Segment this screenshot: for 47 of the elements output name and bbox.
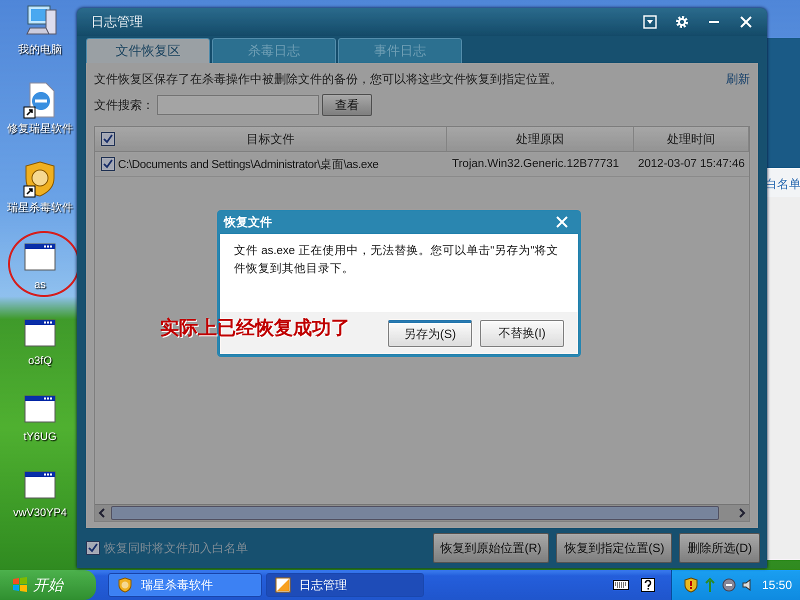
shield-icon[interactable] bbox=[684, 577, 698, 593]
dialog-button[interactable]: 不替换(I) bbox=[480, 320, 564, 346]
whitelist-label: 恢复同时将文件加入白名单 bbox=[104, 540, 248, 556]
horizontal-scrollbar[interactable] bbox=[95, 504, 749, 521]
action-button[interactable]: 删除所选(D) bbox=[679, 533, 760, 563]
settings-icon[interactable] bbox=[675, 15, 689, 29]
tab[interactable]: 文件恢复区 bbox=[86, 38, 210, 63]
row-checkbox[interactable] bbox=[101, 157, 115, 171]
start-button[interactable]: 开始 bbox=[0, 570, 96, 600]
dialog-message: 文件 as.exe 正在使用中，无法替换。您可以单击"另存为"将文件恢复到其他目录下。 bbox=[234, 244, 560, 277]
table-cell-text: C:\Documents and Settings\Administrator\桌面\as.exe bbox=[118, 158, 378, 172]
icon-label[interactable]: o3fQ bbox=[28, 355, 52, 367]
icon-label[interactable]: 瑞星杀毒软件 bbox=[7, 200, 73, 215]
refresh-link[interactable]: 刷新 bbox=[726, 71, 750, 88]
taskbar-button[interactable]: 日志管理 bbox=[266, 573, 424, 597]
column-header[interactable]: 处理时间 bbox=[634, 127, 749, 151]
table-cell: 2012-03-07 15:47:46 bbox=[638, 158, 745, 170]
description-text: 文件恢复区保存了在杀毒操作中被删除文件的备份，您可以将这些文件恢复到指定位置。 bbox=[94, 71, 562, 88]
action-button[interactable]: 恢复到原始位置(R) bbox=[432, 533, 550, 563]
help-icon[interactable] bbox=[640, 578, 655, 592]
clock: 15:50 bbox=[762, 578, 792, 592]
log-app-icon bbox=[275, 577, 291, 593]
column-header[interactable]: 处理原因 bbox=[447, 127, 634, 151]
select-all-checkbox[interactable] bbox=[101, 132, 115, 146]
search-label: 文件搜索： bbox=[94, 96, 154, 114]
icon-label[interactable]: as bbox=[34, 279, 46, 291]
keyboard-icon[interactable] bbox=[612, 579, 629, 591]
icon-label[interactable]: vwV30YP4 bbox=[13, 507, 67, 519]
table-cell: Trojan.Win32.Generic.12B77731 bbox=[452, 158, 620, 170]
icon-label[interactable]: 修复瑞星软件 bbox=[7, 121, 73, 136]
dropdown-icon[interactable] bbox=[643, 15, 657, 29]
taskbar-button[interactable]: 瑞星杀毒软件 bbox=[108, 573, 262, 597]
action-button[interactable]: 恢复到指定位置(S) bbox=[556, 533, 672, 563]
column-header[interactable]: 目标文件 bbox=[95, 127, 447, 151]
icon-label[interactable]: 我的电脑 bbox=[18, 42, 62, 57]
scroll-thumb[interactable] bbox=[111, 506, 719, 520]
lion-shield-icon bbox=[117, 577, 133, 593]
whitelist-checkbox[interactable] bbox=[86, 541, 100, 555]
dialog-button[interactable]: 另存为(S) bbox=[388, 320, 472, 346]
close-icon[interactable] bbox=[739, 15, 753, 29]
icon-label[interactable]: tY6UG bbox=[23, 431, 56, 443]
view-button[interactable]: 查看 bbox=[322, 94, 372, 116]
dialog-title: 恢复文件 bbox=[224, 214, 272, 230]
window-title: 日志管理 bbox=[91, 13, 143, 31]
windows-logo-icon bbox=[12, 577, 28, 593]
search-field[interactable] bbox=[157, 95, 319, 115]
close-icon[interactable] bbox=[556, 216, 568, 228]
